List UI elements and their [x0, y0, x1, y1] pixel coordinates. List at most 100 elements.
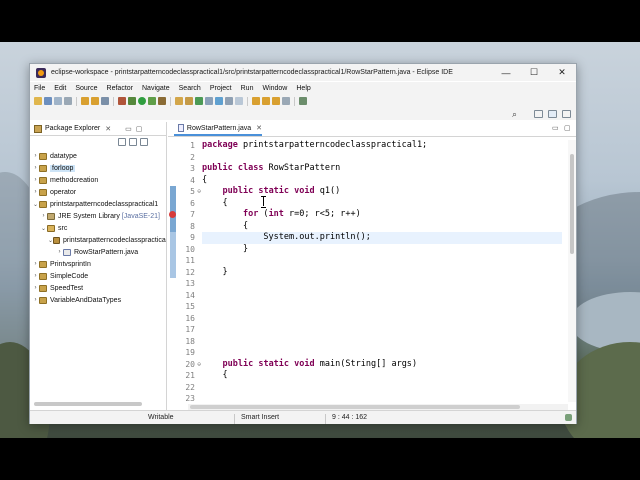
next-annotation-icon[interactable]: [252, 97, 260, 105]
tree-item[interactable]: › SimpleCode: [30, 270, 166, 282]
pin-editor-icon[interactable]: [299, 97, 307, 105]
open-type-icon[interactable]: [205, 97, 213, 105]
menu-source[interactable]: Source: [75, 85, 97, 92]
expand-icon[interactable]: ›: [32, 285, 39, 291]
maximize-view-icon[interactable]: ▢: [136, 125, 143, 133]
title-bar[interactable]: eclipse-workspace - printstarpatterncode…: [30, 64, 576, 81]
code-line[interactable]: public class RowStarPattern: [202, 163, 562, 175]
menu-run[interactable]: Run: [241, 85, 254, 92]
new-icon[interactable]: [34, 97, 42, 105]
code-line[interactable]: [202, 313, 562, 325]
tree-item[interactable]: › VariableAndDataTypes: [30, 294, 166, 306]
code-line[interactable]: {: [202, 198, 562, 210]
undo-icon[interactable]: [81, 97, 89, 105]
scroll-thumb[interactable]: [570, 154, 574, 254]
expand-icon[interactable]: ›: [32, 189, 39, 195]
debug-icon[interactable]: [128, 97, 136, 105]
code-line[interactable]: [202, 324, 562, 336]
horizontal-scrollbar[interactable]: [34, 402, 142, 406]
expand-icon[interactable]: ›: [40, 213, 47, 219]
code-line[interactable]: }: [202, 267, 562, 279]
code-line[interactable]: {: [202, 370, 562, 382]
editor-tab[interactable]: RowStarPattern.java ✕: [174, 122, 262, 136]
expand-icon[interactable]: ›: [32, 153, 39, 159]
code-line[interactable]: [202, 336, 562, 348]
save-icon[interactable]: [44, 97, 52, 105]
forward-icon[interactable]: [282, 97, 290, 105]
code-line[interactable]: public static void q1(): [202, 186, 562, 198]
previous-annotation-icon[interactable]: [262, 97, 270, 105]
collapse-all-icon[interactable]: [118, 138, 126, 146]
new-java-project-icon[interactable]: [175, 97, 183, 105]
redo-icon[interactable]: [91, 97, 99, 105]
close-icon[interactable]: ✕: [105, 125, 111, 133]
close-button[interactable]: ✕: [548, 64, 576, 81]
vertical-scrollbar[interactable]: [568, 140, 576, 402]
code-line[interactable]: [202, 393, 562, 402]
maximize-button[interactable]: ☐: [520, 64, 548, 81]
scroll-thumb[interactable]: [190, 405, 520, 409]
minimize-button[interactable]: —: [492, 64, 520, 81]
minimize-view-icon[interactable]: ▭: [125, 125, 132, 133]
tree-item[interactable]: ⌄ printstarpatterncodeclasspractical1: [30, 234, 166, 246]
toggle-block-icon[interactable]: [225, 97, 233, 105]
external-tools-icon[interactable]: [158, 97, 166, 105]
new-class-icon[interactable]: [195, 97, 203, 105]
save-all-icon[interactable]: [54, 97, 62, 105]
code-line[interactable]: public static void main(String[] args): [202, 359, 562, 371]
code-area[interactable]: 1 2 3 4 5 ⊖ 6 7 8 9 10 11 12 13 14 15 16 17 18 19 20 ⊖ 21 22 23 …: [168, 140, 576, 402]
fold-icon[interactable]: ⊖: [197, 359, 201, 371]
close-icon[interactable]: ✕: [256, 124, 262, 132]
expand-icon[interactable]: ›: [32, 261, 39, 267]
build-icon[interactable]: [118, 97, 126, 105]
code-line[interactable]: [202, 255, 562, 267]
fold-icon[interactable]: ⊖: [197, 186, 201, 198]
expand-icon[interactable]: ›: [56, 249, 63, 255]
show-whitespace-icon[interactable]: [235, 97, 243, 105]
collapse-icon[interactable]: ⌄: [32, 201, 39, 208]
java-perspective-icon[interactable]: [548, 110, 557, 118]
expand-icon[interactable]: ›: [32, 273, 39, 279]
code-line[interactable]: System.out.println();: [202, 232, 562, 244]
code-line[interactable]: [202, 301, 562, 313]
tree-item[interactable]: › PrintvsprintIn: [30, 258, 166, 270]
code-line[interactable]: [202, 290, 562, 302]
tree-item[interactable]: › JRE System Library [JavaSE-21]: [30, 210, 166, 222]
menu-project[interactable]: Project: [210, 85, 232, 92]
tree-item[interactable]: › methodcreation: [30, 174, 166, 186]
collapse-icon[interactable]: ⌄: [40, 225, 47, 232]
code-line[interactable]: [202, 278, 562, 290]
back-icon[interactable]: [272, 97, 280, 105]
coverage-icon[interactable]: [148, 97, 156, 105]
mark-occurrences-icon[interactable]: [215, 97, 223, 105]
code-line[interactable]: for (int r=0; r<5; r++): [202, 209, 562, 221]
perspective-icon[interactable]: [534, 110, 543, 118]
search-icon[interactable]: ⌕: [512, 109, 517, 120]
code-line[interactable]: package printstarpatterncodeclasspractic…: [202, 140, 562, 152]
link-with-editor-icon[interactable]: [129, 138, 137, 146]
code-line[interactable]: }: [202, 244, 562, 256]
tree-item[interactable]: ⌄ printstarpatterncodeclasspractical1: [30, 198, 166, 210]
expand-icon[interactable]: ›: [32, 165, 39, 171]
view-menu-icon[interactable]: [140, 138, 148, 146]
code-line[interactable]: [202, 347, 562, 359]
error-icon[interactable]: [169, 211, 176, 218]
search-icon[interactable]: [101, 97, 109, 105]
package-explorer-tab[interactable]: Package Explorer ✕ ▭ ▢: [30, 122, 166, 136]
menu-search[interactable]: Search: [179, 85, 201, 92]
run-icon[interactable]: [138, 97, 146, 105]
menu-file[interactable]: File: [34, 85, 45, 92]
menu-navigate[interactable]: Navigate: [142, 85, 170, 92]
code-line[interactable]: [202, 152, 562, 164]
tree-item[interactable]: › SpeedTest: [30, 282, 166, 294]
menu-window[interactable]: Window: [262, 85, 287, 92]
tree-item[interactable]: › RowStarPattern.java: [30, 246, 166, 258]
tree-item[interactable]: › operator: [30, 186, 166, 198]
menu-refactor[interactable]: Refactor: [107, 85, 133, 92]
print-icon[interactable]: [64, 97, 72, 105]
minimize-view-icon[interactable]: ▭: [552, 124, 559, 132]
menu-edit[interactable]: Edit: [54, 85, 66, 92]
code-line[interactable]: {: [202, 221, 562, 233]
debug-perspective-icon[interactable]: [562, 110, 571, 118]
new-package-icon[interactable]: [185, 97, 193, 105]
